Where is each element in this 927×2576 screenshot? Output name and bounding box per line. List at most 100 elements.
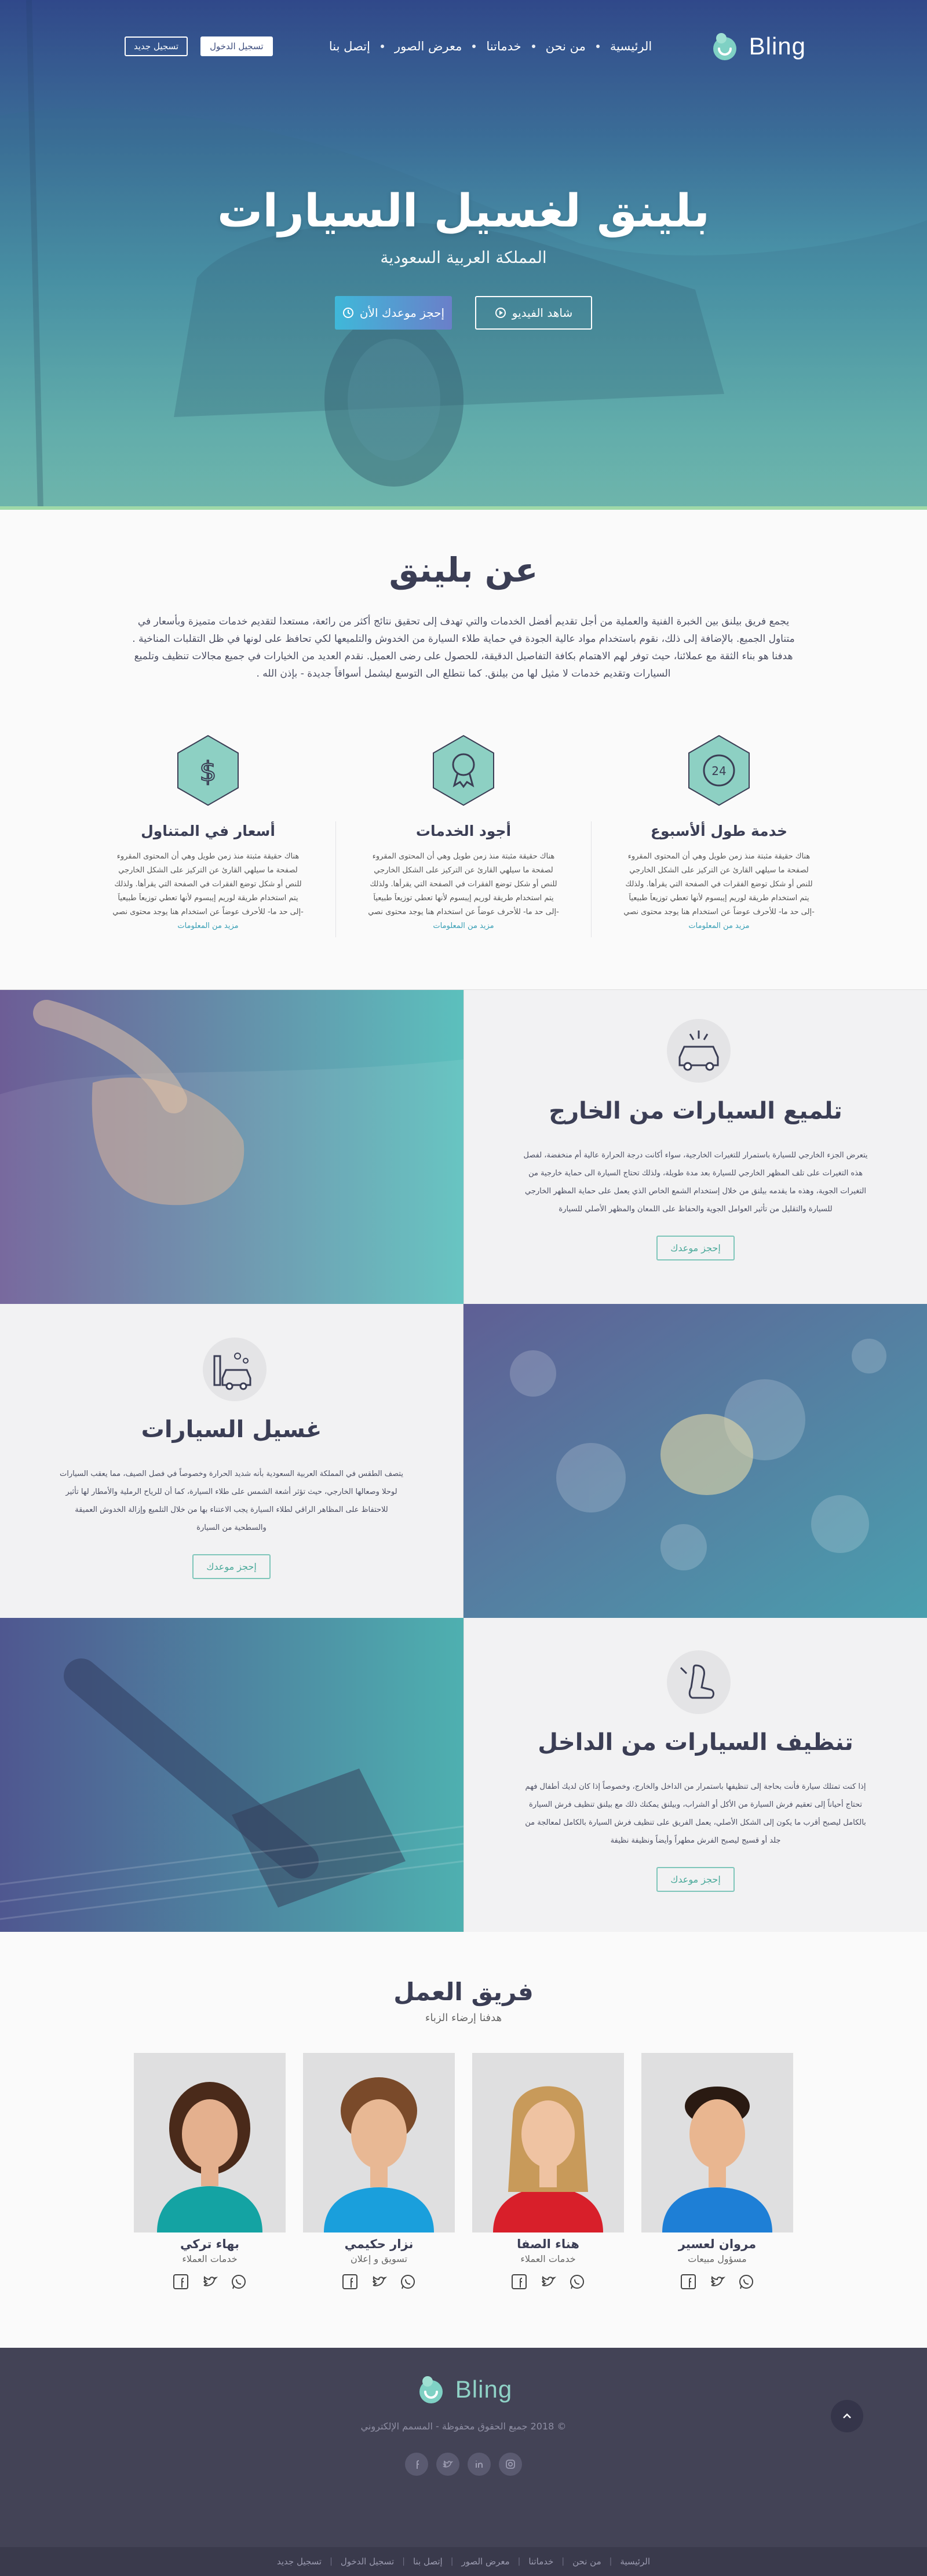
hero-title: بلينق لغسيل السيارات [217,185,710,237]
twitter-icon[interactable] [371,2274,387,2290]
member-social [472,2274,624,2290]
bottom-link-about[interactable]: من نحن [564,2556,610,2567]
site-logo[interactable]: Bling [709,30,806,63]
link-separator: | [517,2557,521,2566]
feature-card: $ أسعار في المتناول هناك حقيقة مثبتة منذ… [81,735,335,937]
register-button[interactable]: تسجيل جديد [125,36,188,56]
footer-instagram-button[interactable] [499,2453,522,2476]
whatsapp-icon[interactable] [738,2274,754,2290]
member-social [134,2274,286,2290]
scroll-to-top-button[interactable] [831,2400,863,2432]
member-name: نزار حكيمي [344,2237,414,2251]
service-book-button[interactable]: إحجز موعدك [656,1867,735,1892]
member-role: خدمات العملاء [520,2253,576,2264]
feature-more-link[interactable]: مزيد من المعلومات [433,922,494,930]
about-section: عن بلينق يجمع فريق بيلنق بين الخبرة الفن… [0,510,927,949]
team-member-card: هناء الصفا خدمات العملاء [472,2053,624,2290]
logo-drop-icon [713,33,736,60]
facebook-icon[interactable] [680,2274,696,2290]
footer-social [0,2453,927,2476]
feature-card: أجود الخدمات هناك حقيقة مثبتة منذ زمن طو… [336,735,591,937]
twitter-icon [443,2460,453,2468]
menu-item-home[interactable]: الرئيسية [600,39,662,53]
about-title: عن بلينق [389,550,538,590]
whatsapp-icon[interactable] [231,2274,247,2290]
bottom-link-gallery[interactable]: معرض الصور [453,2556,517,2567]
whatsapp-icon[interactable] [400,2274,416,2290]
twitter-icon[interactable] [540,2274,556,2290]
facebook-icon [417,2460,419,2469]
service-text: يتصف الطقس في المملكة العربية السعودية ب… [60,1470,403,1532]
whatsapp-icon[interactable] [569,2274,585,2290]
car-seat-icon [680,1664,714,1699]
facebook-icon[interactable] [173,2274,189,2290]
bottom-link-register[interactable]: تسجيل جديد [269,2556,330,2567]
about-text: يجمع فريق بيلنق بين الخبرة الفنية والعمل… [132,616,795,679]
feature-title: أسعار في المتناول [141,823,275,839]
hero-section: تسجيل جديد تسجيل الدخول الرئيسية من نحن … [0,0,927,510]
service-row: تلميع السيارات من الخارج يتعرض الجزء الخ… [0,989,927,1304]
login-button[interactable]: تسجيل الدخول [200,36,273,56]
feature-text: هناك حقيقة مثبتة منذ زمن طويل وهي أن الم… [623,852,815,916]
footer-linkedin-button[interactable] [468,2453,491,2476]
member-role: خدمات العملاء [182,2253,238,2264]
member-photo [641,2053,793,2232]
service-title: تنظيف السيارات من الداخل [538,1729,853,1756]
book-appointment-label: إحجز موعدك الأن [359,306,445,320]
svg-text:24: 24 [711,764,726,778]
footer: Bling © 2018 جميع الحقوق محفوظة - المسمم… [0,2348,927,2547]
book-appointment-button[interactable]: إحجز موعدك الأن [335,296,452,330]
menu-item-about[interactable]: من نحن [535,39,596,53]
service-row: تنظيف السيارات من الداخل إذا كنت تمتلك س… [0,1617,927,1932]
link-separator: | [609,2557,612,2566]
menu-separator [531,45,535,48]
feature-more-link[interactable]: مزيد من المعلومات [177,922,238,930]
bottom-link-contact[interactable]: إتصل بنا [405,2556,451,2567]
footer-logo[interactable]: Bling [415,2373,512,2406]
hero-buttons: إحجز موعدك الأن شاهد الفيديو [0,296,927,330]
logo-drop-icon [419,2376,443,2403]
team-member-card: مروان لعسير مسؤول مبيعات [641,2053,793,2290]
member-photo [303,2053,455,2232]
watch-video-button[interactable]: شاهد الفيديو [475,296,592,330]
bottom-link-home[interactable]: الرئيسية [612,2556,658,2567]
feature-title: خدمة طول ألأسبوع [650,823,788,839]
service-book-button[interactable]: إحجز موعدك [656,1236,735,1260]
interior-cleaning-image [0,1618,464,1932]
team-member-card: نزار حكيمي تسويق و إعلان [303,2053,455,2290]
menu-item-gallery[interactable]: معرض الصور [384,39,472,53]
twitter-icon[interactable] [709,2274,725,2290]
hero-content: بلينق لغسيل السيارات المملكة العربية الس… [0,185,927,330]
menu-item-services[interactable]: خدماتنا [476,39,531,53]
service-text: يتعرض الجزء الخارجي للسيارة باستمرار للت… [523,1151,868,1214]
car-shine-icon [678,1031,718,1071]
footer-twitter-button[interactable] [436,2453,459,2476]
feature-more-link[interactable]: مزيد من المعلومات [688,922,749,930]
main-menu: الرئيسية من نحن خدماتنا معرض الصور إتصل … [319,39,662,53]
auth-buttons: تسجيل جديد تسجيل الدخول [125,36,273,56]
bottom-link-services[interactable]: خدماتنا [520,2556,561,2567]
chevron-up-icon [843,2413,851,2418]
link-separator: | [330,2557,333,2566]
facebook-icon[interactable] [511,2274,527,2290]
menu-item-contact[interactable]: إتصل بنا [319,39,381,53]
team-member-card: بهاء تركي خدمات العملاء [134,2053,286,2290]
copyright-text: © 2018 جميع الحقوق محفوظة - المسمم الإلك… [360,2421,567,2432]
polishing-image [0,990,464,1304]
play-icon [495,308,506,318]
member-social [303,2274,455,2290]
team-section: فريق العمل هدفنا إرضاء الزباء بهاء تركي … [0,1931,927,2348]
feature-title: أجود الخدمات [415,823,512,839]
service-book-button[interactable]: إحجز موعدك [192,1554,271,1579]
facebook-icon[interactable] [342,2274,358,2290]
member-name: هناء الصفا [517,2237,579,2251]
clock-24-icon: 24 [688,735,750,806]
twitter-icon[interactable] [202,2274,218,2290]
features-row: 24 خدمة طول ألأسبوع هناك حقيقة مثبتة منذ… [0,735,927,937]
clock-icon [342,308,353,318]
feature-card: 24 خدمة طول ألأسبوع هناك حقيقة مثبتة منذ… [592,735,846,937]
bottom-link-login[interactable]: تسجيل الدخول [333,2556,402,2567]
footer-facebook-button[interactable] [405,2453,428,2476]
watch-video-label: شاهد الفيديو [512,306,573,320]
team-title: فريق العمل [393,1978,534,2006]
